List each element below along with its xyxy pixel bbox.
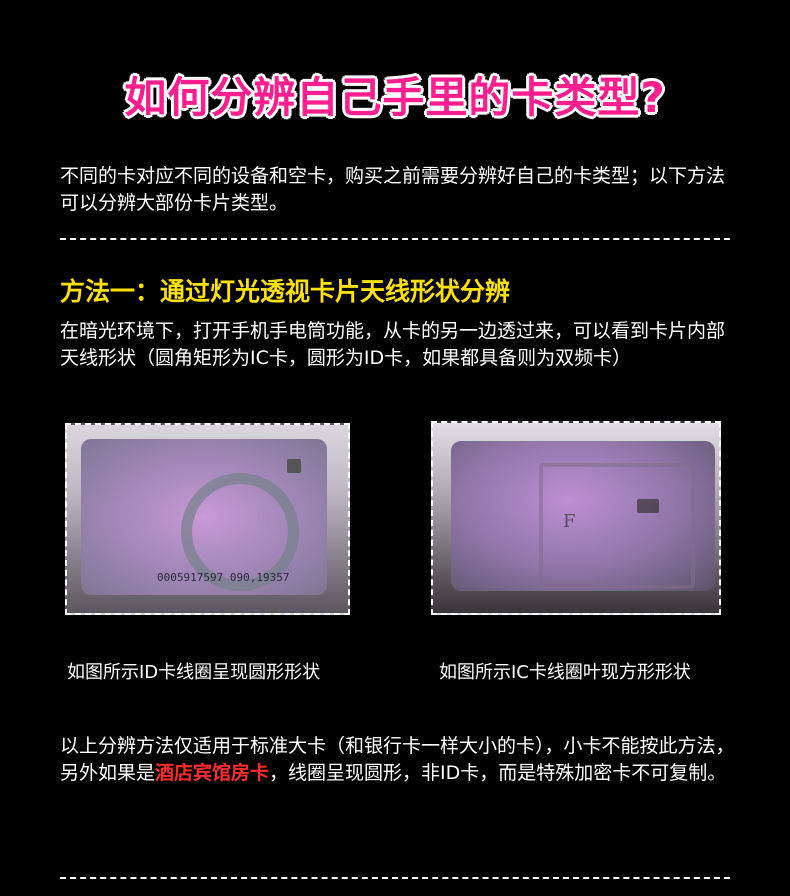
method1-heading: 方法一：通过灯光透视卡片天线形状分辨 xyxy=(60,277,511,306)
divider-bottom xyxy=(60,877,730,879)
ic-card-caption: 如图所示IC卡线圈叶现方形形状 xyxy=(439,662,691,683)
id-card-caption: 如图所示ID卡线圈呈现圆形形状 xyxy=(67,662,321,683)
divider-top xyxy=(60,238,730,240)
ic-card: F xyxy=(451,441,715,591)
note-text: 以上分辨方法仅适用于标准大卡（和银行卡一样大小的卡），小卡不能按此方法，另外如果… xyxy=(60,733,740,787)
id-card-number: 0005917597 090,19357 xyxy=(157,571,290,584)
intro-text: 不同的卡对应不同的设备和空卡，购买之前需要分辨好自己的卡类型；以下方法可以分辨大… xyxy=(60,165,726,214)
page-title: 如何分辨自己手里的卡类型? xyxy=(124,73,666,122)
ic-card-letter: F xyxy=(563,511,576,532)
id-card-chip-mark xyxy=(287,459,301,473)
ic-card-photo: F xyxy=(431,421,721,615)
method1-description: 在暗光环境下，打开手机手电筒功能，从卡的另一边透过来，可以看到卡片内部天线形状（… xyxy=(60,320,726,369)
note-part2: ，线圈呈现圆形，非ID卡，而是特殊加密卡不可复制。 xyxy=(269,762,727,784)
ic-card-chip-mark xyxy=(637,499,659,513)
id-card: 0005917597 090,19357 xyxy=(81,439,327,595)
id-card-photo: 0005917597 090,19357 xyxy=(65,423,350,615)
note-highlight: 酒店宾馆房卡 xyxy=(155,762,270,784)
